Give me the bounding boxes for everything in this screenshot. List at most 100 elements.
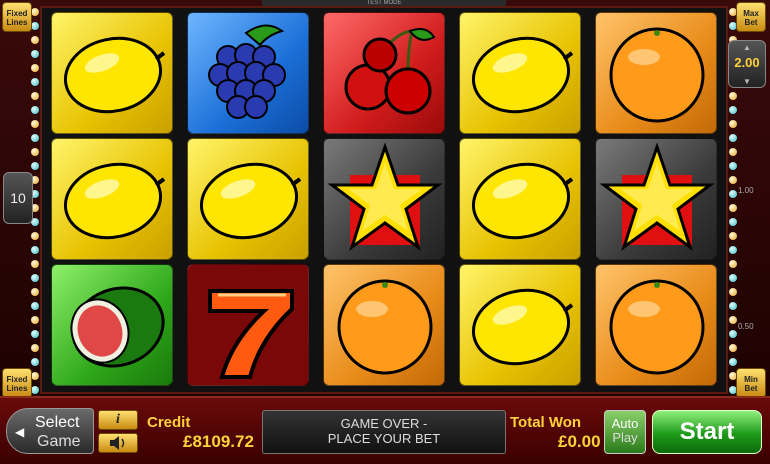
fixed-lines-top-button[interactable]: Fixed Lines [2, 2, 32, 32]
max-bet-label: Max Bet [743, 9, 759, 27]
lines-display: 10 [3, 172, 33, 224]
sound-button[interactable] [98, 433, 138, 453]
bet-scale-bottom: 0.50 [738, 322, 754, 331]
grapes-icon [208, 24, 286, 119]
bet-value: 2.00 [734, 55, 760, 70]
reel-symbol-grapes [187, 12, 309, 134]
light-bulb [729, 204, 737, 212]
light-bulb [729, 218, 737, 226]
light-bulb [729, 134, 737, 142]
light-bulb [729, 92, 737, 100]
orange-icon [609, 27, 705, 123]
min-bet-label: Min Bet [744, 375, 758, 393]
max-bet-button[interactable]: Max Bet [736, 2, 766, 32]
total-won-label: Total Won [510, 414, 582, 431]
light-bulb [729, 120, 737, 128]
light-bulb [31, 120, 39, 128]
reel-symbol-star [595, 138, 717, 260]
light-bulb [31, 386, 39, 394]
light-bulb [31, 92, 39, 100]
light-bulb [729, 330, 737, 338]
reel-symbol-lemon [459, 138, 581, 260]
message-line1: GAME OVER - [340, 416, 428, 431]
seven-icon [188, 265, 308, 385]
message-box: GAME OVER - PLACE YOUR BET [262, 410, 506, 454]
orange-icon [609, 279, 705, 375]
cherries-icon [344, 28, 436, 115]
lemon-icon [199, 162, 302, 240]
light-bulb [729, 162, 737, 170]
light-bulb [31, 78, 39, 86]
light-bulb [729, 316, 737, 324]
credit-label: Credit [147, 414, 191, 431]
fixed-lines-bottom-label: Fixed Lines [6, 375, 28, 393]
message-line2: PLACE YOUR BET [327, 431, 441, 446]
reel-symbol-orange [323, 264, 445, 386]
lemon-icon [471, 288, 574, 366]
lemon-icon [471, 162, 574, 240]
light-bulb [31, 358, 39, 366]
light-bulb [729, 190, 737, 198]
reel-symbol-lemon [51, 12, 173, 134]
fixed-lines-bottom-button[interactable]: Fixed Lines [2, 368, 32, 398]
light-bulb [729, 358, 737, 366]
back-arrow-icon: ◀ [15, 425, 25, 439]
light-bulb [31, 36, 39, 44]
light-bulb [31, 232, 39, 240]
orange-icon [337, 279, 433, 375]
bet-up-icon[interactable]: ▲ [729, 43, 765, 52]
light-bulb [31, 246, 39, 254]
light-bulb [31, 344, 39, 352]
total-won-value: £0.00 [558, 432, 601, 451]
info-label: i [116, 412, 120, 427]
start-button[interactable]: Start [652, 410, 762, 454]
star-icon [599, 142, 715, 251]
light-bulb [729, 246, 737, 254]
bet-down-icon[interactable]: ▼ [729, 77, 765, 86]
light-bulb [31, 64, 39, 72]
light-bulb [31, 50, 39, 58]
reel-symbol-lemon [187, 138, 309, 260]
auto-play-line1: Auto [611, 416, 639, 431]
light-bulb [31, 316, 39, 324]
auto-play-line2: Play [612, 430, 638, 445]
info-button[interactable]: i [98, 410, 138, 430]
lemon-icon [63, 162, 166, 240]
light-bulb [31, 260, 39, 268]
light-bulb [729, 288, 737, 296]
light-bulb [729, 344, 737, 352]
watermelon-icon [70, 286, 165, 368]
light-bulb [31, 134, 39, 142]
light-bulb [31, 8, 39, 16]
reel-symbol-cherries [323, 12, 445, 134]
light-bulb [31, 274, 39, 282]
reel-symbol-lemon [51, 138, 173, 260]
bet-scale-top: 1.00 [738, 186, 754, 195]
light-bulb [31, 288, 39, 296]
light-bulb [31, 162, 39, 170]
light-bulb [729, 176, 737, 184]
star-icon [327, 142, 443, 251]
lemon-icon [471, 36, 574, 114]
min-bet-button[interactable]: Min Bet [736, 368, 766, 398]
select-game-button[interactable]: ◀ Select Game [6, 408, 94, 454]
select-game-line1: Select [35, 414, 80, 431]
bet-stepper[interactable]: ▲ 2.00 ▼ [728, 40, 766, 88]
reel-symbol-lemon [459, 12, 581, 134]
light-bulb [729, 148, 737, 156]
reel-symbol-orange [595, 264, 717, 386]
light-bulb [729, 274, 737, 282]
light-bulb [729, 260, 737, 268]
light-bulb [31, 330, 39, 338]
light-bulb [31, 148, 39, 156]
light-bulb [31, 302, 39, 310]
light-bulb [31, 372, 39, 380]
reel-symbol-watermelon [51, 264, 173, 386]
light-bulb [729, 232, 737, 240]
lemon-icon [63, 36, 166, 114]
reel-symbol-lemon [459, 264, 581, 386]
lines-value: 10 [10, 190, 26, 206]
fixed-lines-top-label: Fixed Lines [6, 9, 28, 27]
auto-play-button[interactable]: Auto Play [604, 410, 646, 454]
select-game-line2: Game [37, 433, 81, 450]
